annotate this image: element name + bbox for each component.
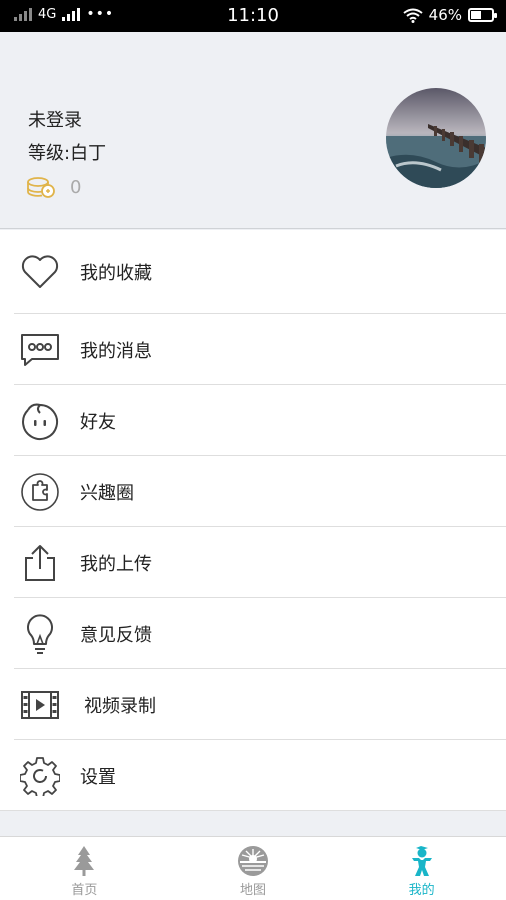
menu-item-messages[interactable]: 我的消息: [0, 314, 506, 385]
puzzle-circle-icon: [20, 472, 60, 512]
menu-label: 意见反馈: [80, 624, 152, 646]
tab-home[interactable]: 首页: [0, 837, 169, 900]
coin-icon: [27, 177, 55, 198]
profile-header[interactable]: 未登录 等级:白丁 0: [0, 32, 506, 229]
tab-mine[interactable]: 我的: [337, 837, 506, 900]
film-icon: [20, 685, 60, 725]
map-globe-icon: [238, 846, 268, 876]
menu-label: 好友: [80, 411, 116, 433]
battery-icon: [468, 8, 497, 22]
menu-item-uploads[interactable]: 我的上传: [0, 527, 506, 598]
menu-label: 兴趣圈: [80, 482, 134, 504]
menu-item-interest-circle[interactable]: 兴趣圈: [0, 456, 506, 527]
menu-label: 我的收藏: [80, 263, 152, 284]
lightbulb-icon: [20, 613, 60, 654]
avatar[interactable]: [386, 88, 486, 188]
menu-label: 设置: [80, 766, 116, 788]
person-icon: [411, 846, 432, 876]
menu-label: 视频录制: [84, 695, 156, 717]
menu-item-favorites[interactable]: 我的收藏: [0, 230, 506, 314]
login-status[interactable]: 未登录: [28, 106, 82, 132]
menu-label: 我的消息: [80, 340, 152, 362]
menu-item-video-record[interactable]: 视频录制: [0, 669, 506, 740]
coins-row: 0: [26, 176, 81, 198]
gear-icon: [20, 756, 60, 796]
menu-label: 我的上传: [80, 553, 152, 575]
tab-label: 首页: [71, 883, 98, 898]
menu-item-friends[interactable]: 好友: [0, 385, 506, 456]
menu-list: 我的收藏 我的消息 好友 兴趣圈 我的上传 意见反馈 视频录制 设置: [0, 230, 506, 811]
friend-face-icon: [20, 401, 60, 441]
menu-item-feedback[interactable]: 意见反馈: [0, 598, 506, 669]
battery-percent: 46%: [428, 6, 462, 24]
user-level: 等级:白丁: [28, 143, 107, 164]
upload-icon: [20, 543, 60, 583]
tree-icon: [74, 846, 95, 876]
coin-count: 0: [70, 176, 82, 198]
tab-label: 地图: [240, 883, 267, 898]
bottom-tab-bar: 首页 地图 我的: [0, 836, 506, 900]
status-bar: 4G ••• 11:10 46%: [0, 0, 506, 32]
avatar-image: [386, 88, 486, 188]
heart-icon: [20, 252, 60, 292]
tab-map[interactable]: 地图: [169, 837, 338, 900]
tab-label: 我的: [408, 883, 435, 898]
menu-item-settings[interactable]: 设置: [0, 740, 506, 811]
status-right: 46%: [403, 6, 497, 24]
message-icon: [20, 330, 60, 370]
wifi-icon: [403, 8, 423, 23]
